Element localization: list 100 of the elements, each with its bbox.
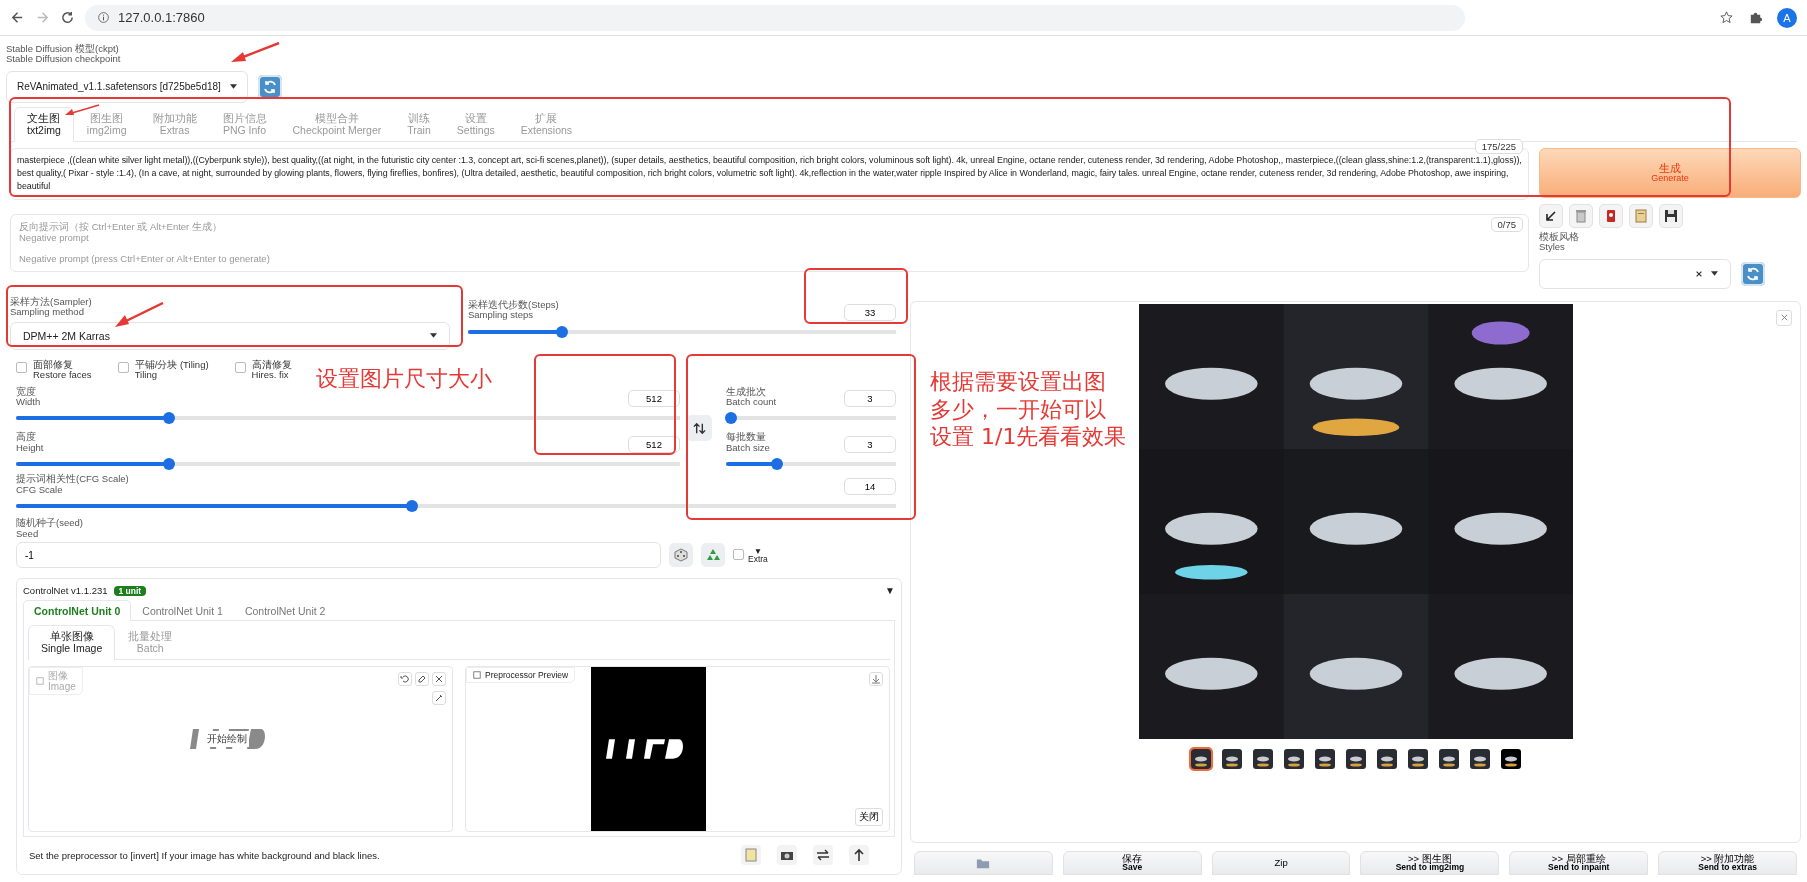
brush-icon[interactable] <box>432 691 446 706</box>
eraser-icon[interactable] <box>415 672 429 687</box>
checkbox[interactable] <box>16 361 27 373</box>
checkbox[interactable] <box>117 361 129 373</box>
clipboard-icon[interactable] <box>1629 203 1653 228</box>
thumbnail-button[interactable] <box>1281 746 1306 771</box>
unit-badge: 1 unit <box>113 585 147 596</box>
close-button[interactable]: 关闭 <box>855 808 883 827</box>
field-label: 采样方法(Sampler) <box>10 296 93 308</box>
field-label: CFG Scale <box>16 484 64 496</box>
number-field[interactable]: 512 <box>628 436 680 454</box>
action-button[interactable]: >> 局部重绘 Send to inpaint <box>1509 850 1649 875</box>
checkbox[interactable] <box>733 548 744 560</box>
thumbnail-button[interactable] <box>1436 746 1461 771</box>
field-label: Batch count <box>726 396 777 408</box>
tab[interactable]: 单张图像 Single Image <box>28 625 116 661</box>
thumbnail-button[interactable] <box>1374 746 1399 771</box>
refresh-icon <box>1745 265 1761 282</box>
checkbox-label: Hires. fix <box>251 370 290 381</box>
slider-thumb[interactable] <box>556 325 569 338</box>
token-counter: 0/75 <box>1490 216 1523 232</box>
checkpoint-dropdown[interactable]: ReVAnimated_v1.1.safetensors [d725be5d18] <box>6 70 248 103</box>
number-field[interactable]: 512 <box>628 390 680 408</box>
action-button[interactable]: >> 附加功能 Send to extras <box>1658 850 1797 875</box>
swap-button[interactable] <box>686 415 712 442</box>
thumbnail-button[interactable] <box>1405 746 1430 771</box>
action-button[interactable]: Zip <box>1211 850 1351 875</box>
trash-icon[interactable] <box>1569 203 1593 228</box>
annotation-arrow <box>230 42 280 64</box>
back-icon[interactable] <box>10 10 25 25</box>
field-label: 随机种子(seed) <box>16 518 84 529</box>
thumbnail-button[interactable] <box>1312 746 1337 771</box>
field-label: Styles <box>1539 242 1566 253</box>
thumbnail-button[interactable] <box>1498 746 1523 771</box>
thumbnail-button[interactable] <box>1467 746 1492 771</box>
seed-field[interactable]: -1 <box>16 542 661 568</box>
caret-icon <box>1711 271 1718 277</box>
checkbox-label: Tiling <box>134 370 157 381</box>
field-label: Sampling method <box>10 307 84 318</box>
number-field[interactable]: 3 <box>844 390 896 408</box>
action-button[interactable]: >> 图生图 Send to img2img <box>1360 850 1500 875</box>
tab[interactable]: ControlNet Unit 0 <box>23 600 132 621</box>
swap-icon <box>691 420 707 436</box>
tab[interactable]: ControlNet Unit 2 <box>233 600 337 621</box>
thumbnail-button[interactable] <box>1188 746 1213 771</box>
tab[interactable]: 文生图 txt2img <box>14 106 74 142</box>
checkbox-label: 平铺/分块 (Tiling) <box>134 359 209 371</box>
star-icon[interactable] <box>1719 10 1734 25</box>
slider-thumb[interactable] <box>771 458 783 471</box>
number-field[interactable]: 33 <box>844 303 896 321</box>
hint-text: Set the preprocessor to [invert] If your image has white background and black lines. <box>29 849 380 861</box>
checkbox[interactable] <box>234 361 246 373</box>
image-canvas[interactable]: 图像 Image 开始绘制 <box>28 666 453 833</box>
tab[interactable]: ControlNet Unit 1 <box>131 600 234 621</box>
refresh-button[interactable] <box>258 74 282 99</box>
field-label: 宽度 <box>16 386 37 397</box>
caret-icon <box>230 84 237 90</box>
dice-icon[interactable] <box>669 543 693 567</box>
canvas-hint: 开始绘制 <box>205 731 249 748</box>
profile-avatar[interactable]: A <box>1777 7 1797 28</box>
field-label: 高度 <box>16 432 37 443</box>
annotation-text: 设置图片尺寸大小 <box>316 365 492 393</box>
checkbox-label: Restore faces <box>33 370 92 381</box>
field-label: 提示词相关性(CFG Scale) <box>16 474 129 485</box>
camera-icon[interactable] <box>777 845 797 866</box>
checkbox-label: 高清修复 <box>251 359 292 371</box>
slider-thumb[interactable] <box>162 458 175 471</box>
refresh-button[interactable] <box>1741 261 1765 286</box>
thumbnail-button[interactable] <box>1219 746 1244 771</box>
annotation-arrow <box>114 302 164 328</box>
sampler-dropdown[interactable]: DPM++ 2M Karras <box>10 321 450 350</box>
close-icon[interactable] <box>432 672 446 687</box>
folder-button[interactable] <box>914 850 1053 875</box>
save-icon[interactable] <box>1659 203 1683 228</box>
number-field[interactable]: 3 <box>844 436 896 454</box>
panel-title: ControlNet v1.1.231 <box>23 585 108 596</box>
close-icon[interactable] <box>1776 309 1792 326</box>
field-label: 模板风格 <box>1539 231 1580 243</box>
action-button[interactable]: 保存 Save <box>1062 850 1202 875</box>
number-field[interactable]: 14 <box>844 478 896 496</box>
swap-icon[interactable] <box>813 845 833 866</box>
field-label: Width <box>16 396 41 408</box>
thumbnail-button[interactable] <box>1250 746 1275 771</box>
puzzle-icon[interactable] <box>1748 10 1763 25</box>
address-bar[interactable]: 127.0.0.1:7860 <box>85 4 1465 31</box>
undo-icon[interactable] <box>398 672 412 687</box>
slider-thumb[interactable] <box>725 412 738 425</box>
clear-icon[interactable] <box>1695 269 1703 278</box>
field-label: 每批数量 <box>726 432 767 443</box>
reload-icon[interactable] <box>60 10 75 25</box>
slider-thumb[interactable] <box>406 500 418 513</box>
collapse-toggle[interactable]: ▼ <box>885 585 895 596</box>
thumbnail-button[interactable] <box>1343 746 1368 771</box>
field-label: Stable Diffusion 模型(ckpt) <box>6 44 120 55</box>
field-label: Image <box>48 681 76 693</box>
slider-thumb[interactable] <box>162 412 175 425</box>
field-label: 采样迭代步数(Steps) <box>468 299 559 311</box>
card-icon[interactable] <box>1599 203 1623 228</box>
caret-icon <box>430 333 437 339</box>
download-icon[interactable] <box>869 672 883 687</box>
